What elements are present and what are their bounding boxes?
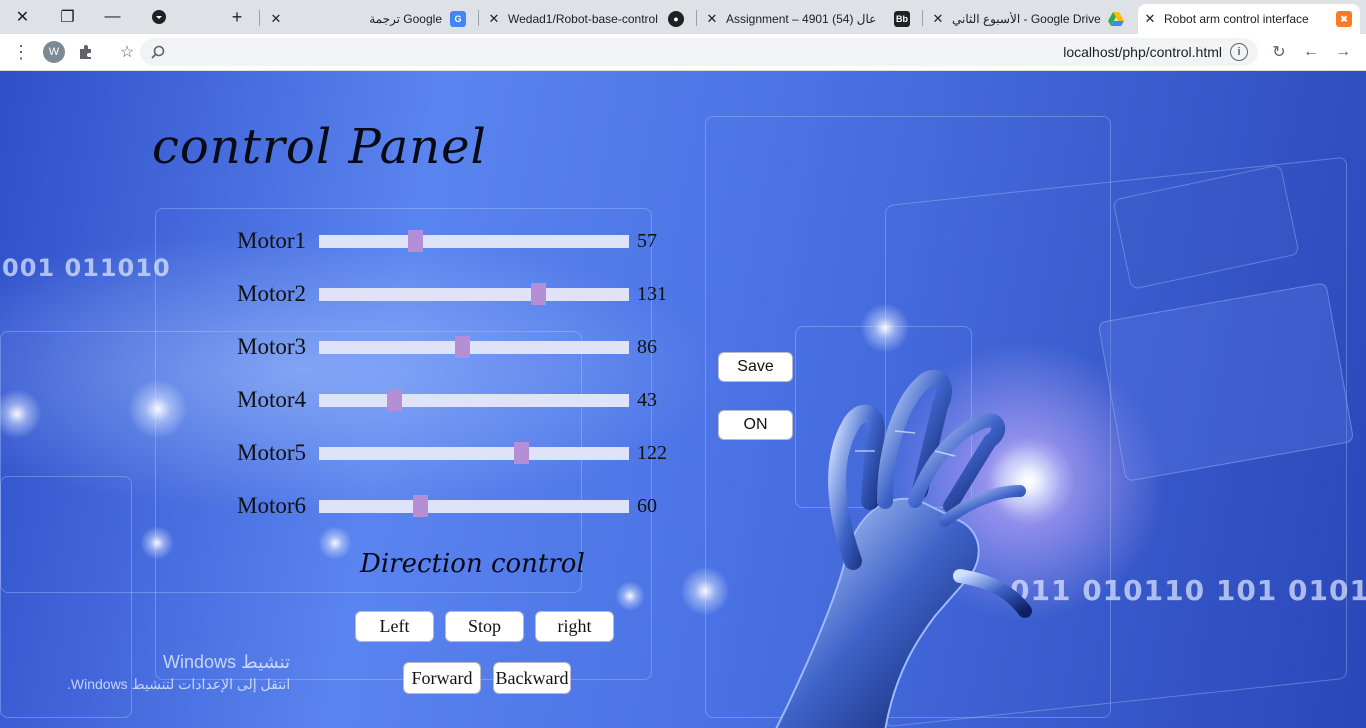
motor-row-4: Motor4 43: [237, 385, 657, 415]
back-arrow-icon[interactable]: ←: [1299, 40, 1323, 64]
kebab-menu-icon[interactable]: ⋮: [9, 40, 33, 64]
tab-close-icon[interactable]: ✕: [930, 11, 946, 27]
light-glow: [680, 566, 730, 616]
motor1-slider[interactable]: [319, 229, 629, 252]
motor-label: Motor5: [237, 440, 306, 465]
tab-search-icon[interactable]: [147, 5, 171, 29]
motor2-slider[interactable]: [319, 282, 629, 305]
tab-divider: [259, 10, 260, 26]
tab-title: Assignment – 4901 عال (54): [726, 12, 877, 26]
tab-title: Robot arm control interface: [1164, 12, 1309, 26]
forward-arrow-icon[interactable]: →: [1331, 40, 1355, 64]
url-text[interactable]: localhost/php/control.html: [1063, 44, 1222, 60]
right-button[interactable]: right: [535, 611, 614, 642]
github-icon: ●: [668, 11, 684, 27]
blackboard-icon: Bb: [894, 11, 910, 27]
motor-row-1: Motor1 57: [237, 226, 657, 256]
tab-divider: [478, 10, 479, 26]
address-bar[interactable]: ☆ localhost/php/control.html i: [120, 38, 1258, 66]
tab-title: الأسبوع الثاني - Google Drive: [952, 12, 1100, 26]
window-minimize-icon[interactable]: —: [90, 0, 135, 34]
motor-value: 86: [637, 335, 657, 358]
tab-close-icon[interactable]: ✕: [704, 11, 720, 27]
window-restore-icon[interactable]: ❐: [45, 0, 90, 34]
xampp-icon: ✖: [1336, 11, 1352, 27]
google-translate-icon: G: [450, 11, 466, 27]
tab-close-icon[interactable]: ✕: [268, 11, 284, 27]
motor-value: 57: [637, 229, 657, 252]
bookmark-star-icon[interactable]: ☆: [115, 40, 139, 64]
slider-thumb[interactable]: [407, 229, 423, 252]
tab-robot-arm-control[interactable]: ✕ Robot arm control interface ✖: [1138, 4, 1360, 34]
motor-label: Motor2: [237, 281, 306, 306]
motor3-slider[interactable]: [319, 335, 629, 358]
page-content: 001 011010 011 010110 101 0101110 contro…: [0, 71, 1366, 728]
left-button[interactable]: Left: [355, 611, 434, 642]
google-drive-icon: [1108, 11, 1124, 27]
save-button[interactable]: Save: [718, 352, 793, 382]
motor-row-2: Motor2 131: [237, 279, 667, 309]
browser-toolbar: ⋮ W ☆ localhost/php/control.html i ↻ ← →: [0, 34, 1366, 71]
motor-value: 131: [637, 282, 667, 305]
on-button[interactable]: ON: [718, 410, 793, 440]
motor-row-3: Motor3 86: [237, 332, 657, 362]
motor-label: Motor3: [237, 334, 306, 359]
motor-label: Motor1: [237, 228, 306, 253]
stop-button[interactable]: Stop: [445, 611, 524, 642]
tab-divider: [922, 10, 923, 26]
chevron-down-circle-icon: [152, 10, 166, 24]
slider-thumb[interactable]: [454, 335, 470, 358]
motor-row-6: Motor6 60: [237, 491, 657, 521]
tab-github[interactable]: ✕ Wedad1/Robot-base-control ●: [482, 4, 692, 34]
motor-value: 60: [637, 494, 657, 517]
slider-thumb[interactable]: [413, 494, 429, 517]
light-glow: [128, 379, 188, 439]
page-title: control Panel: [152, 119, 487, 175]
extensions-puzzle-icon[interactable]: [74, 40, 98, 64]
zoom-search-icon[interactable]: [146, 40, 170, 64]
direction-control-title: Direction control: [360, 549, 585, 579]
binary-text-left: 001 011010: [2, 254, 171, 282]
backward-button[interactable]: Backward: [493, 662, 571, 694]
motor-value: 122: [637, 441, 667, 464]
light-glow: [318, 526, 352, 560]
motor5-slider[interactable]: [319, 441, 629, 464]
forward-button[interactable]: Forward: [403, 662, 481, 694]
tab-title: ترجمة Google: [369, 12, 442, 26]
slider-thumb[interactable]: [386, 388, 402, 411]
light-glow: [615, 581, 645, 611]
windows-activation-subtitle: انتقل إلى الإعدادات لتنشيط Windows.: [67, 676, 291, 692]
tab-google-drive[interactable]: ✕ الأسبوع الثاني - Google Drive: [926, 4, 1132, 34]
light-glow: [140, 526, 174, 560]
motor-label: Motor6: [237, 493, 306, 518]
tab-assignment[interactable]: ✕ Assignment – 4901 عال (54) Bb: [700, 4, 918, 34]
motor4-slider[interactable]: [319, 388, 629, 411]
site-info-icon[interactable]: i: [1230, 43, 1248, 61]
new-tab-icon[interactable]: +: [225, 5, 249, 29]
motor-row-5: Motor5 122: [237, 438, 667, 468]
slider-thumb[interactable]: [513, 441, 529, 464]
slider-thumb[interactable]: [531, 282, 547, 305]
tab-close-icon[interactable]: ✕: [486, 11, 502, 27]
tab-google-translate[interactable]: ✕ ترجمة Google G: [264, 4, 474, 34]
motor-label: Motor4: [237, 387, 306, 412]
window-close-icon[interactable]: ✕: [0, 0, 45, 34]
motor-value: 43: [637, 388, 657, 411]
robotic-hand-image: [775, 369, 1032, 728]
tab-strip: ✕ ❐ — + ✕ ترجمة Google G ✕ Wedad1/Robot-…: [0, 0, 1366, 34]
tab-title: Wedad1/Robot-base-control: [508, 12, 658, 26]
reload-icon[interactable]: ↻: [1267, 40, 1291, 64]
motor6-slider[interactable]: [319, 494, 629, 517]
windows-activation-title: تنشيط Windows: [163, 652, 291, 672]
avatar[interactable]: W: [43, 41, 65, 63]
tab-divider: [696, 10, 697, 26]
tab-close-icon[interactable]: ✕: [1142, 11, 1158, 27]
